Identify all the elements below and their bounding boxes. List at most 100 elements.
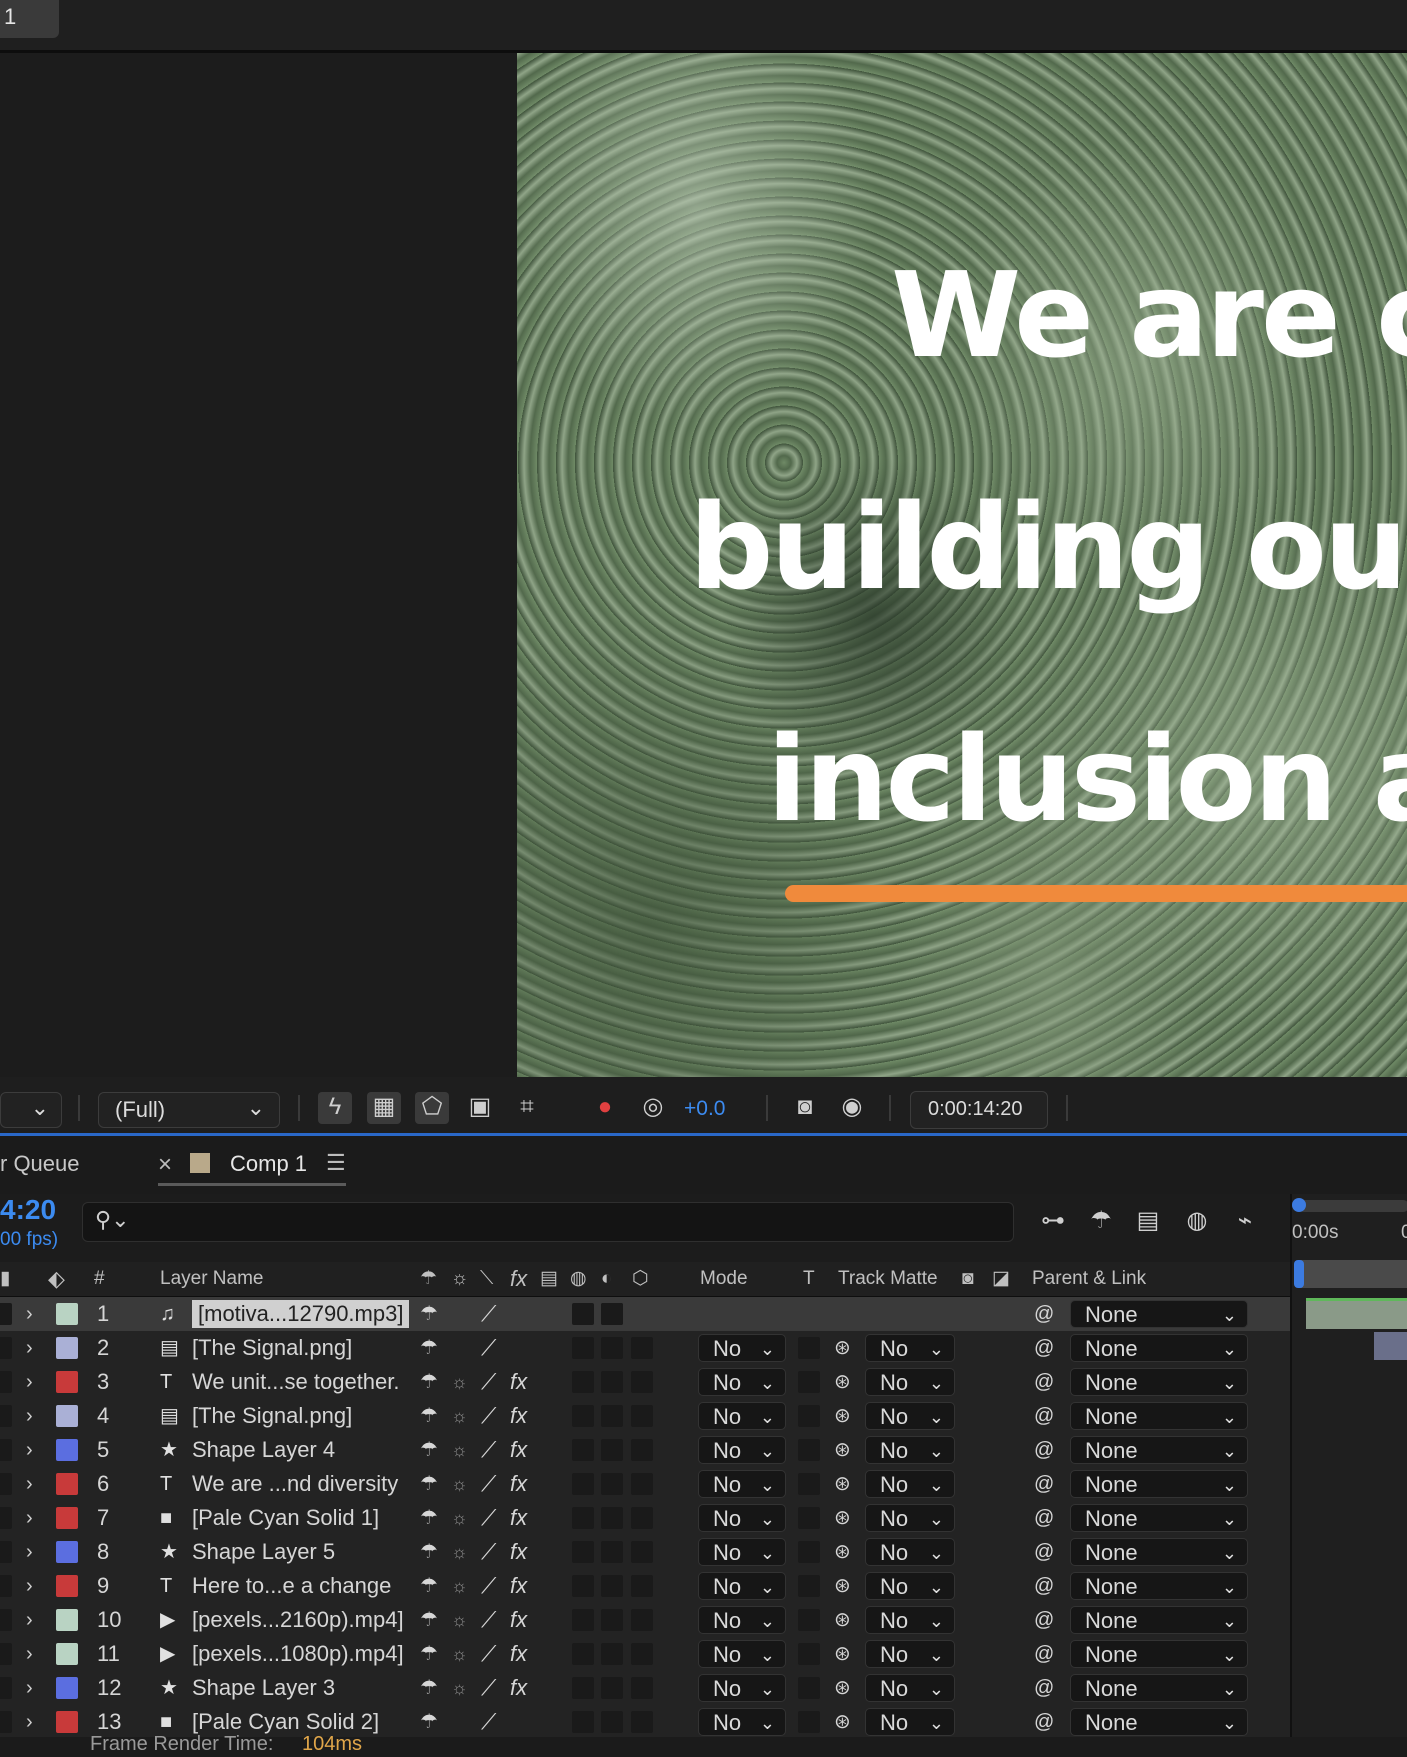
layer-row[interactable]: › 6 T We are ...nd diversity ☂ ☼ ⟋ fx No ⌄ ⊛ No ⌄ @ No… [0,1467,1290,1502]
layer-row[interactable]: › 10 ▶ [pexels...2160p).mp4] ☂ ☼ ⟋ fx No ⌄ ⊛ No ⌄ @ No… [0,1603,1290,1638]
tab-comp-1[interactable]: Comp 1 [230,1151,307,1177]
matte-pickwhip-icon[interactable]: ⊛ [834,1569,851,1603]
parent-pickwhip-icon[interactable]: @ [1034,1433,1054,1467]
shy-switch-icon[interactable]: ☂ [420,1365,438,1399]
collapse-switch-icon[interactable]: ☼ [451,1603,468,1637]
adjustment-switch[interactable] [631,1405,653,1427]
blend-mode-dropdown[interactable]: No ⌄ [698,1402,786,1430]
expand-chevron-icon[interactable]: › [26,1637,33,1671]
label-tag-icon[interactable]: ⬖ [48,1262,65,1296]
matte-pickwhip-icon[interactable]: ⊛ [834,1603,851,1637]
adjustment-switch[interactable] [631,1541,653,1563]
track-matte-dropdown[interactable]: No ⌄ [865,1674,955,1702]
preserve-transparency-switch[interactable] [798,1337,820,1359]
quality-switch-icon[interactable]: ⟋ [481,1705,496,1739]
expand-chevron-icon[interactable]: › [26,1365,33,1399]
column-parent-link[interactable]: Parent & Link [1032,1262,1146,1296]
shy-switch-icon[interactable]: ☂ [420,1603,438,1637]
preserve-transparency-switch[interactable] [798,1439,820,1461]
shy-switch-icon[interactable]: ☂ [420,1433,438,1467]
lock-toggle[interactable] [0,1439,12,1461]
transparency-grid-icon[interactable]: ▦ [367,1092,401,1124]
frame-blend-switch[interactable] [572,1439,594,1461]
motion-blur-switch[interactable] [601,1575,623,1597]
label-color-swatch[interactable] [56,1439,78,1461]
frame-blend-switch[interactable] [572,1303,594,1325]
expand-chevron-icon[interactable]: › [26,1569,33,1603]
label-color-swatch[interactable] [56,1643,78,1665]
work-area-bar[interactable] [1298,1260,1407,1288]
parent-pickwhip-icon[interactable]: @ [1034,1637,1054,1671]
tab-render-queue[interactable]: r Queue [0,1151,80,1177]
adjustment-switch[interactable] [631,1507,653,1529]
matte-pickwhip-icon[interactable]: ⊛ [834,1467,851,1501]
region-of-interest-icon[interactable]: ▣ [463,1092,497,1124]
preserve-transparency-switch[interactable] [798,1371,820,1393]
layer-row[interactable]: › 5 ★ Shape Layer 4 ☂ ☼ ⟋ fx No ⌄ ⊛ No ⌄ @ None ⌄ [0,1433,1290,1468]
expand-chevron-icon[interactable]: › [26,1501,33,1535]
layer-row[interactable]: › 11 ▶ [pexels...1080p).mp4] ☂ ☼ ⟋ fx No ⌄ ⊛ No ⌄ @ No… [0,1637,1290,1672]
channel-rgb-icon[interactable]: ● [588,1092,622,1124]
layer-row[interactable]: › 7 ■ [Pale Cyan Solid 1] ☂ ☼ ⟋ fx No ⌄ ⊛ No ⌄ @ None ⌄ [0,1501,1290,1536]
quality-switch-icon[interactable]: ⟋ [481,1297,496,1331]
preserve-transparency-switch[interactable] [798,1677,820,1699]
blend-mode-dropdown[interactable]: No ⌄ [698,1572,786,1600]
current-time-value[interactable]: 4:20 [0,1194,56,1226]
quality-switch-icon[interactable]: ⟋ [481,1569,496,1603]
motion-blur-switch[interactable] [601,1541,623,1563]
preserve-transparency-switch[interactable] [798,1575,820,1597]
parent-dropdown[interactable]: None ⌄ [1070,1470,1248,1498]
parent-dropdown[interactable]: None ⌄ [1070,1708,1248,1736]
layer-name[interactable]: Shape Layer 4 [192,1433,335,1467]
layer-name[interactable]: Shape Layer 3 [192,1671,335,1705]
blend-mode-dropdown[interactable]: No ⌄ [698,1606,786,1634]
frame-blend-switch[interactable] [572,1643,594,1665]
frame-blend-switch[interactable] [572,1677,594,1699]
matte-pickwhip-icon[interactable]: ⊛ [834,1637,851,1671]
fx-switch-icon[interactable]: fx [510,1501,527,1535]
motion-blur-switch[interactable] [601,1677,623,1699]
adjustment-switch[interactable] [631,1337,653,1359]
quality-switch-icon[interactable]: ⟋ [481,1365,496,1399]
track-matte-dropdown[interactable]: No ⌄ [865,1606,955,1634]
lock-toggle[interactable] [0,1507,12,1529]
expand-chevron-icon[interactable]: › [26,1331,33,1365]
quality-switch-icon[interactable]: ⟋ [481,1467,496,1501]
layer-name[interactable]: [The Signal.png] [192,1331,352,1365]
mask-visibility-icon[interactable]: ⬠ [415,1092,449,1124]
layer-name[interactable]: [pexels...1080p).mp4] [192,1637,404,1671]
layer-name[interactable]: Here to...e a change [192,1569,391,1603]
lock-toggle[interactable] [0,1609,12,1631]
layer-name[interactable]: [The Signal.png] [192,1399,352,1433]
parent-pickwhip-icon[interactable]: @ [1034,1705,1054,1739]
layer-row[interactable]: › 4 ▤ [The Signal.png] ☂ ☼ ⟋ fx No ⌄ ⊛ No ⌄ @ None ⌄ [0,1399,1290,1434]
lock-toggle[interactable] [0,1405,12,1427]
matte-pickwhip-icon[interactable]: ⊛ [834,1399,851,1433]
motion-blur-switch[interactable] [601,1473,623,1495]
lock-toggle[interactable] [0,1643,12,1665]
parent-dropdown[interactable]: None ⌄ [1070,1368,1248,1396]
lock-toggle[interactable] [0,1337,12,1359]
adjustment-switch[interactable] [631,1609,653,1631]
frame-blend-switch[interactable] [572,1711,594,1733]
frame-blend-switch[interactable] [572,1507,594,1529]
column-mode[interactable]: Mode [700,1262,748,1296]
matte-pickwhip-icon[interactable]: ⊛ [834,1331,851,1365]
fast-previews-icon[interactable]: ϟ [318,1092,352,1124]
parent-dropdown[interactable]: None ⌄ [1070,1402,1248,1430]
motion-blur-switch[interactable] [601,1439,623,1461]
lock-toggle[interactable] [0,1371,12,1393]
quality-switch-icon[interactable]: ⟋ [481,1331,496,1365]
track-matte-dropdown[interactable]: No ⌄ [865,1538,955,1566]
adjustment-switch[interactable] [631,1677,653,1699]
preserve-transparency-switch[interactable] [798,1609,820,1631]
label-color-swatch[interactable] [56,1609,78,1631]
label-color-swatch[interactable] [56,1303,78,1325]
parent-pickwhip-icon[interactable]: @ [1034,1297,1054,1331]
fx-switch-icon[interactable]: fx [510,1535,527,1569]
layer-row[interactable]: › 8 ★ Shape Layer 5 ☂ ☼ ⟋ fx No ⌄ ⊛ No ⌄ @ None ⌄ [0,1535,1290,1570]
expand-chevron-icon[interactable]: › [26,1535,33,1569]
fx-switch-icon[interactable]: fx [510,1399,527,1433]
collapse-switch-icon[interactable]: ☼ [451,1501,468,1535]
audio-layer-bar[interactable] [1306,1298,1407,1329]
